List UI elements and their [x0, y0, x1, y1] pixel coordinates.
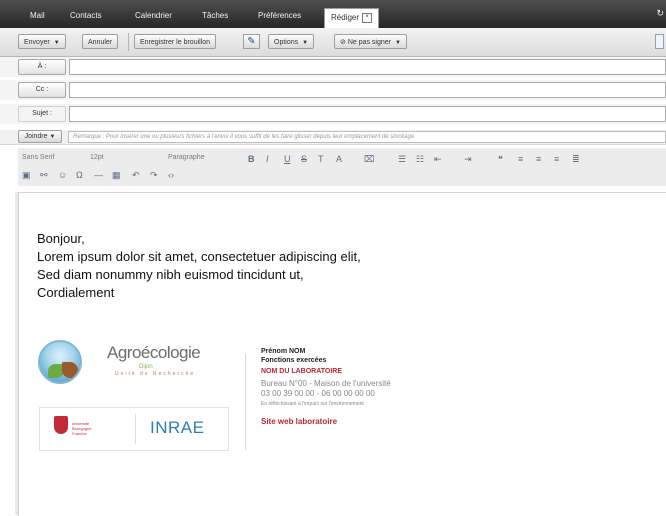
paintbrush-icon[interactable]: ✎ — [243, 34, 260, 49]
expand-icon[interactable] — [655, 34, 664, 49]
tab-compose[interactable]: Rédiger × — [324, 8, 380, 29]
chevron-down-icon: ▼ — [53, 40, 60, 46]
cc-button[interactable]: Cc : — [18, 82, 66, 98]
agroecologie-logo-tagline: Unité de Recherche — [115, 371, 196, 377]
align-center-icon[interactable]: ≡ — [536, 154, 541, 164]
cancel-button[interactable]: Annuler — [82, 34, 119, 49]
compose-toolbar: Envoyer ▼ Annuler Enregistrer le brouillo… — [0, 28, 666, 57]
source-code-icon[interactable]: ‹› — [168, 170, 174, 180]
align-right-icon[interactable]: ≡ — [554, 154, 559, 164]
sign-icon: ⊘ — [340, 39, 348, 46]
partner-logos: université Bourgogne Franche INRAE — [39, 407, 229, 451]
agroecologie-logo-text: Agroécologie — [107, 343, 201, 362]
text-color-icon[interactable]: A — [336, 154, 342, 164]
top-navigation-bar: Mail Contacts Calendrier Tâches Préféren… — [0, 0, 666, 29]
tab-preferences[interactable]: Préférences — [258, 7, 301, 27]
message-body-editor[interactable]: Bonjour, Lorem ipsum dolor sit amet, con… — [18, 192, 666, 516]
no-sign-label: Ne pas signer — [347, 39, 392, 46]
bullet-list-icon[interactable]: ☰ — [398, 154, 406, 164]
message-line: Lorem ipsum dolor sit amet, consectetuer… — [37, 249, 361, 264]
outdent-icon[interactable]: ⇤ — [434, 154, 442, 164]
tab-tasks[interactable]: Tâches — [202, 7, 228, 27]
save-draft-button[interactable]: Enregistrer le brouillon — [134, 34, 217, 49]
link-icon[interactable]: ⚯ — [40, 170, 48, 180]
attach-label: Joindre — [24, 133, 48, 140]
tab-mail[interactable]: Mail — [30, 7, 45, 27]
message-line: Bonjour, — [37, 231, 85, 246]
subscript-icon[interactable]: T — [318, 154, 324, 164]
subject-input[interactable] — [69, 106, 666, 122]
inrae-logo: INRAE — [150, 418, 205, 437]
signature-disclaimer: En réfléchissant à l'impact sur l'enviro… — [261, 401, 364, 407]
refresh-icon[interactable]: ↻ — [656, 8, 664, 19]
chevron-down-icon: ▼ — [49, 134, 56, 140]
font-size-select[interactable]: 12pt — [90, 154, 104, 161]
horizontal-rule-icon[interactable]: — — [94, 170, 103, 180]
subject-row: Sujet : — [0, 104, 666, 124]
agroecologie-logo-icon — [38, 340, 82, 384]
to-button[interactable]: À : — [18, 59, 66, 75]
options-label: Options — [274, 39, 299, 46]
block-format-select[interactable]: Paragraphe — [168, 154, 205, 161]
font-family-select[interactable]: Sans Serif — [22, 154, 54, 161]
to-row: À : — [0, 57, 666, 77]
attach-button[interactable]: Joindre ▼ — [18, 130, 62, 143]
indent-icon[interactable]: ⇥ — [464, 154, 472, 164]
chevron-down-icon: ▼ — [395, 40, 401, 46]
toolbar-divider — [128, 33, 129, 51]
italic-button[interactable]: I — [266, 154, 269, 164]
university-logo-text: université Bourgogne Franche — [72, 421, 92, 436]
signature-role: Fonctions exercées — [261, 357, 327, 364]
tab-calendar[interactable]: Calendrier — [135, 7, 172, 27]
align-justify-icon[interactable]: ≣ — [572, 154, 580, 164]
special-char-icon[interactable]: Ω — [76, 170, 83, 180]
bold-button[interactable]: B — [248, 154, 255, 164]
underline-button[interactable]: U — [284, 154, 291, 164]
send-button[interactable]: Envoyer ▼ — [18, 34, 66, 49]
options-button[interactable]: Options ▼ — [268, 34, 315, 49]
logo-divider — [135, 414, 136, 444]
format-toolbar: Sans Serif 12pt Paragraphe B I U S T A ⌧… — [18, 148, 666, 186]
send-label: Envoyer — [24, 39, 50, 46]
redo-icon[interactable]: ↷ — [150, 170, 158, 180]
agroecologie-logo-city: Dijon — [139, 364, 153, 370]
no-sign-button[interactable]: ⊘ Ne pas signer ▼ — [334, 34, 407, 49]
message-line: Sed diam nonummy nibh euismod tincidunt … — [37, 267, 304, 282]
signature-phone: 03 00 39 00 00 - 06 00 00 00 00 — [261, 389, 375, 398]
tab-contacts[interactable]: Contacts — [70, 7, 102, 27]
soil-icon — [62, 362, 78, 378]
signature-website-link[interactable]: Site web laboratoire — [261, 417, 337, 426]
strikethrough-icon[interactable]: S — [301, 154, 307, 164]
emoji-icon[interactable]: ☺ — [58, 170, 67, 180]
numbered-list-icon[interactable]: ☷ — [416, 154, 424, 164]
attachment-hint: Remarque : Pour insérer une ou plusieurs… — [68, 131, 666, 143]
signature-name: Prénom NOM — [261, 348, 306, 355]
tab-compose-label: Rédiger — [331, 13, 360, 22]
clear-format-icon[interactable]: ⌧ — [364, 154, 374, 164]
chevron-down-icon: ▼ — [302, 40, 309, 46]
cc-input[interactable] — [69, 82, 666, 98]
blockquote-icon[interactable]: ❝ — [498, 154, 503, 164]
attachment-row: Joindre ▼ Remarque : Pour insérer une ou… — [0, 130, 666, 145]
signature-address: Bureau N°00 - Maison de l'université — [261, 379, 391, 388]
close-tab-icon[interactable]: × — [362, 12, 373, 23]
subject-label: Sujet : — [18, 106, 66, 122]
message-line: Cordialement — [37, 285, 115, 300]
signature-lab: NOM DU LABORATOIRE — [261, 368, 343, 375]
university-shield-icon — [54, 416, 68, 434]
signature-divider — [245, 354, 246, 450]
to-input[interactable] — [69, 59, 666, 75]
undo-icon[interactable]: ↶ — [132, 170, 140, 180]
image-icon[interactable]: ▣ — [22, 170, 31, 180]
align-left-icon[interactable]: ≡ — [518, 154, 523, 164]
cc-row: Cc : — [0, 80, 666, 100]
table-icon[interactable]: ▦ — [112, 170, 121, 180]
